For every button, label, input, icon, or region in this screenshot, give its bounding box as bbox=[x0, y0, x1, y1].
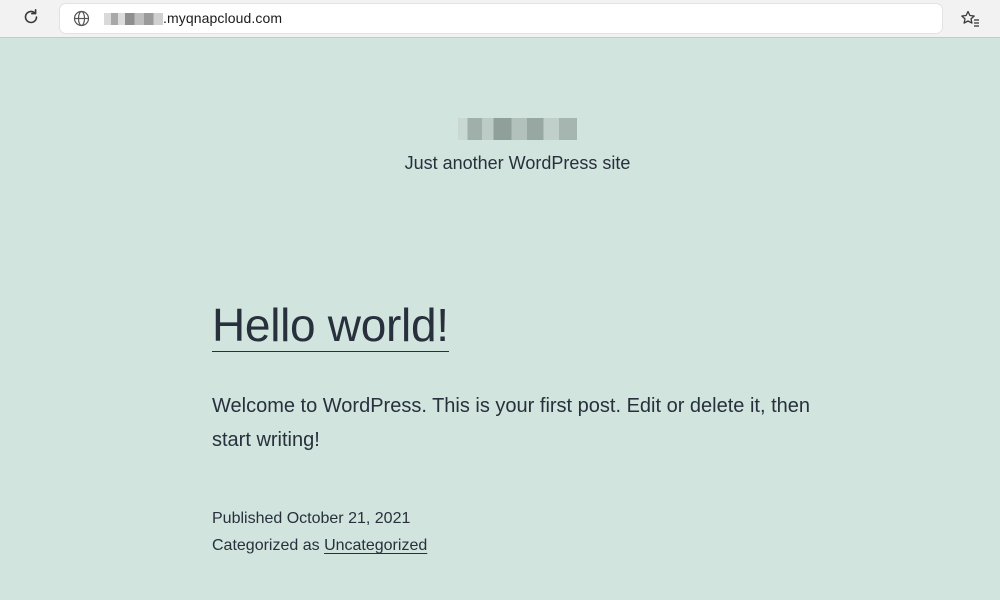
site-title-redacted[interactable] bbox=[458, 118, 577, 140]
post-category-line: Categorized as Uncategorized bbox=[212, 537, 427, 555]
bookmark-button[interactable] bbox=[959, 8, 981, 30]
site-description: Just another WordPress site bbox=[404, 153, 631, 173]
post-published-date: Published October 21, 2021 bbox=[212, 510, 411, 527]
address-bar[interactable]: .myqnapcloud.com bbox=[60, 4, 942, 33]
post-body: Welcome to WordPress. This is your first… bbox=[212, 395, 811, 451]
post-title-link[interactable]: Hello world! bbox=[212, 300, 449, 352]
url-text: .myqnapcloud.com bbox=[163, 10, 283, 26]
globe-icon bbox=[73, 10, 90, 27]
reload-button[interactable] bbox=[20, 8, 42, 30]
browser-toolbar: .myqnapcloud.com bbox=[0, 0, 1000, 38]
category-prefix: Categorized as bbox=[212, 537, 325, 554]
url-redacted-host bbox=[104, 13, 163, 25]
category-link[interactable]: Uncategorized bbox=[324, 537, 427, 554]
bookmark-star-icon bbox=[959, 10, 981, 34]
reload-icon bbox=[22, 8, 40, 31]
